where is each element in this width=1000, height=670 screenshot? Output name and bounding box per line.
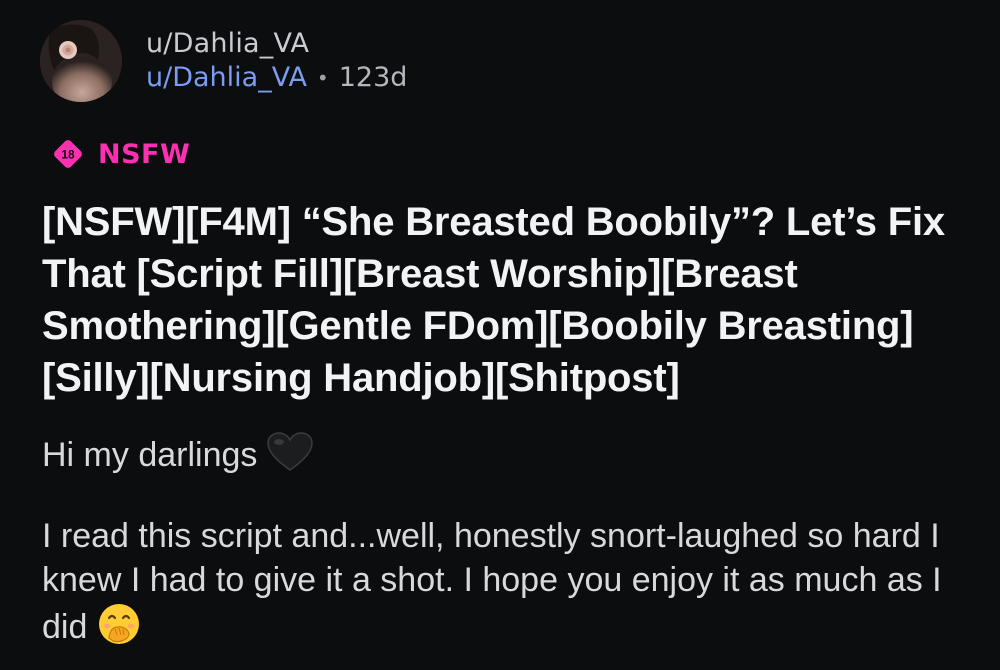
author-avatar[interactable] — [40, 20, 122, 102]
post-container: u/Dahlia_VA u/Dahlia_VA • 123d 18 NSFW [… — [0, 0, 1000, 670]
nsfw-badge-text: 18 — [61, 148, 75, 162]
nsfw-label: NSFW — [98, 138, 191, 170]
author-name[interactable]: u/Dahlia_VA — [146, 27, 407, 61]
post-meta: u/Dahlia_VA • 123d — [146, 61, 407, 95]
face-with-hand-over-mouth-icon — [97, 602, 141, 646]
body-paragraph-2-text: I read this script and...well, honestly … — [42, 517, 942, 646]
body-paragraph-2: I read this script and...well, honestly … — [42, 514, 962, 649]
nsfw-flair: 18 NSFW — [52, 138, 190, 170]
black-heart-icon — [267, 432, 314, 472]
avatar-image — [40, 20, 122, 102]
post-header: u/Dahlia_VA u/Dahlia_VA • 123d — [40, 20, 407, 102]
author-info: u/Dahlia_VA u/Dahlia_VA • 123d — [146, 27, 407, 95]
post-title[interactable]: [NSFW][F4M] “She Breasted Boobily”? Let’… — [42, 196, 972, 404]
post-age: 123d — [338, 62, 408, 93]
author-link[interactable]: u/Dahlia_VA — [146, 61, 307, 95]
meta-separator: • — [316, 66, 329, 90]
body-paragraph-1: Hi my darlings — [42, 432, 962, 477]
body-paragraph-1-text: Hi my darlings — [42, 436, 258, 474]
nsfw-18-icon: 18 — [52, 138, 84, 170]
